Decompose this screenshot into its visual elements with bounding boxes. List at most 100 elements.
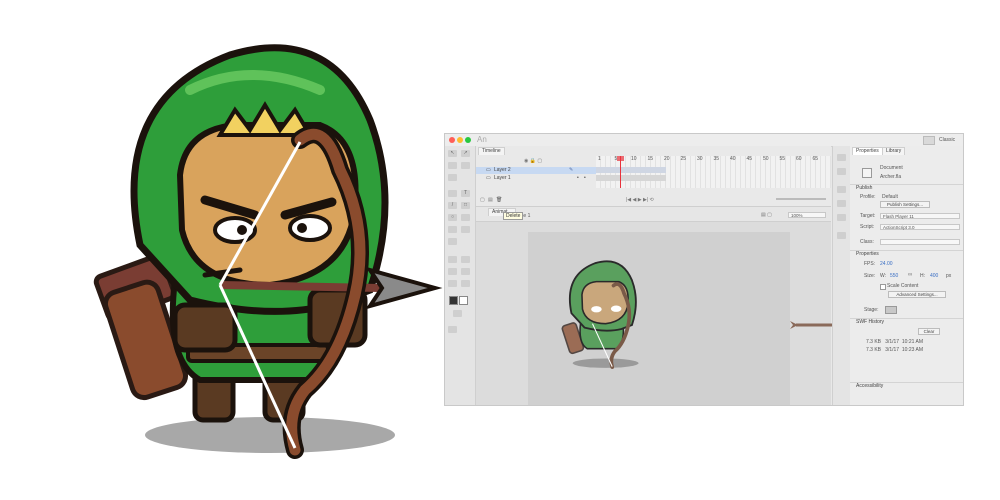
offstage-arrow[interactable] (790, 320, 832, 330)
workspace-icon[interactable] (923, 136, 935, 145)
height-label: H: (920, 273, 925, 279)
lasso-tool-icon[interactable] (448, 174, 457, 181)
archer-thumbnail[interactable] (553, 247, 653, 382)
stage-color-label: Stage: (864, 307, 879, 313)
link-icon[interactable]: ∞ (908, 272, 912, 278)
frame-number: 30 (697, 156, 703, 162)
layer-name[interactable]: Layer 2 (494, 167, 511, 174)
transform-panel-icon[interactable] (837, 214, 846, 221)
keyframe-span[interactable] (596, 175, 666, 181)
frame-number: 25 (680, 156, 687, 162)
stage-canvas[interactable] (528, 232, 790, 405)
text-tool-icon[interactable]: T (461, 190, 470, 197)
stage-color-swatch[interactable] (885, 306, 897, 314)
tab-library[interactable]: Library (882, 147, 906, 155)
history-size: 7.3 KB (866, 347, 882, 353)
history-time: 10:23 AM (901, 347, 924, 353)
pasteboard[interactable] (476, 222, 832, 405)
maximize-window-button[interactable] (465, 137, 471, 143)
close-window-button[interactable] (449, 137, 455, 143)
timeline-header-icons: ◉ 🔒 ▢ (524, 158, 543, 164)
properties-section-header[interactable]: Properties (850, 250, 963, 258)
components-panel-icon[interactable] (837, 232, 846, 239)
info-panel-icon[interactable] (837, 186, 846, 193)
pen-tool-icon[interactable] (448, 190, 457, 197)
frame-number: 55 (779, 156, 786, 162)
tab-properties[interactable]: Properties (852, 147, 883, 155)
advanced-settings-button[interactable]: Advanced Settings... (888, 291, 946, 298)
swatches-panel-icon[interactable] (837, 200, 846, 207)
document-icon (862, 168, 872, 178)
lock-dot-icon[interactable]: • (584, 175, 586, 182)
eyedropper-tool-icon[interactable] (448, 268, 457, 275)
zoom-select[interactable]: 100% (788, 212, 826, 218)
profile-value: Default (882, 194, 898, 200)
target-select[interactable]: Flash Player 11 (880, 213, 960, 219)
tab-timeline[interactable]: Timeline (478, 147, 505, 155)
properties-panel: Properties Library Document Archer.fla P… (850, 146, 963, 405)
delete-layer-icon[interactable]: 🗑 (496, 197, 502, 203)
pencil-icon: ✎ (569, 167, 574, 173)
tools-panel: ↖ ↗ T / □ ○ (445, 146, 476, 405)
playback-controls[interactable]: |◀ ◀ ▶ ▶| ⟲ (626, 197, 654, 203)
new-layer-icon[interactable]: ▢ (480, 197, 485, 203)
height-value[interactable]: 400 (930, 273, 938, 279)
workspace-switcher[interactable]: Classic (939, 137, 955, 143)
edit-symbols-icon[interactable]: ▤ ▢ (761, 212, 772, 218)
oval-tool-icon[interactable]: ○ (448, 214, 457, 221)
paint-bucket-tool-icon[interactable] (448, 256, 457, 263)
snap-to-objects-icon[interactable] (448, 326, 457, 333)
hand-tool-icon[interactable] (448, 280, 457, 287)
ink-bottle-tool-icon[interactable] (461, 256, 470, 263)
script-label: Script: (860, 224, 875, 230)
frame-number: 50 (763, 156, 769, 162)
frame-number: 45 (746, 156, 753, 162)
frame-number: 65 (812, 156, 819, 162)
scale-content-checkbox[interactable] (880, 284, 886, 290)
clear-history-button[interactable]: Clear (918, 328, 940, 335)
rectangle-tool-icon[interactable]: □ (461, 202, 470, 209)
class-input[interactable] (880, 239, 960, 245)
fps-value[interactable]: 24.00 (880, 261, 893, 267)
fps-label: FPS: (864, 261, 876, 267)
polystar-tool-icon[interactable] (461, 214, 470, 221)
panel-icon-strip (832, 146, 851, 405)
selection-tool-icon[interactable]: ↖ (448, 150, 457, 157)
layer-icon: ▭ (486, 167, 491, 173)
document-type: Document (880, 165, 903, 171)
accessibility-section-header[interactable]: Accessibility (850, 382, 963, 390)
align-panel-icon[interactable] (837, 154, 846, 161)
fill-color-swatch[interactable] (459, 296, 468, 305)
timeline-zoom-slider[interactable] (776, 198, 826, 200)
minimize-window-button[interactable] (457, 137, 463, 143)
size-label: Size: (864, 273, 876, 279)
frame-number: 40 (730, 156, 736, 162)
brush-tool-icon[interactable] (461, 226, 470, 233)
eraser-tool-icon[interactable] (461, 268, 470, 275)
zoom-tool-icon[interactable] (461, 280, 470, 287)
line-tool-icon[interactable]: / (448, 202, 457, 209)
layer-name[interactable]: Layer 1 (494, 175, 511, 182)
keyframe-span[interactable] (596, 167, 666, 173)
frame-grid[interactable]: 1 5 10 15 20 25 30 35 40 45 50 55 60 65 (596, 156, 831, 188)
gradient-tool-icon[interactable] (461, 162, 470, 169)
publish-settings-button[interactable]: Publish Settings... (880, 201, 930, 208)
width-value[interactable]: 550 (890, 273, 898, 279)
accessibility-label: Accessibility (856, 383, 884, 389)
publish-section-header[interactable]: Publish (850, 184, 963, 192)
visibility-dot-icon[interactable]: • (577, 175, 579, 182)
bone-tool-icon[interactable] (448, 238, 457, 245)
playhead-handle[interactable] (617, 156, 624, 161)
script-select[interactable]: ActionScript 3.0 (880, 224, 960, 230)
layer-icon: ▭ (486, 175, 491, 181)
color-panel-icon[interactable] (837, 168, 846, 175)
swap-colors-icon[interactable] (453, 310, 462, 317)
frame-number: 60 (796, 156, 802, 162)
history-date: 3/1/17 (885, 339, 900, 345)
subselection-tool-icon[interactable]: ↗ (461, 150, 470, 157)
swf-history-section-header[interactable]: SWF History (850, 318, 963, 326)
new-folder-icon[interactable]: ▤ (488, 197, 493, 203)
free-transform-tool-icon[interactable] (448, 162, 457, 169)
pencil-tool-icon[interactable] (448, 226, 457, 233)
stroke-color-swatch[interactable] (449, 296, 458, 305)
